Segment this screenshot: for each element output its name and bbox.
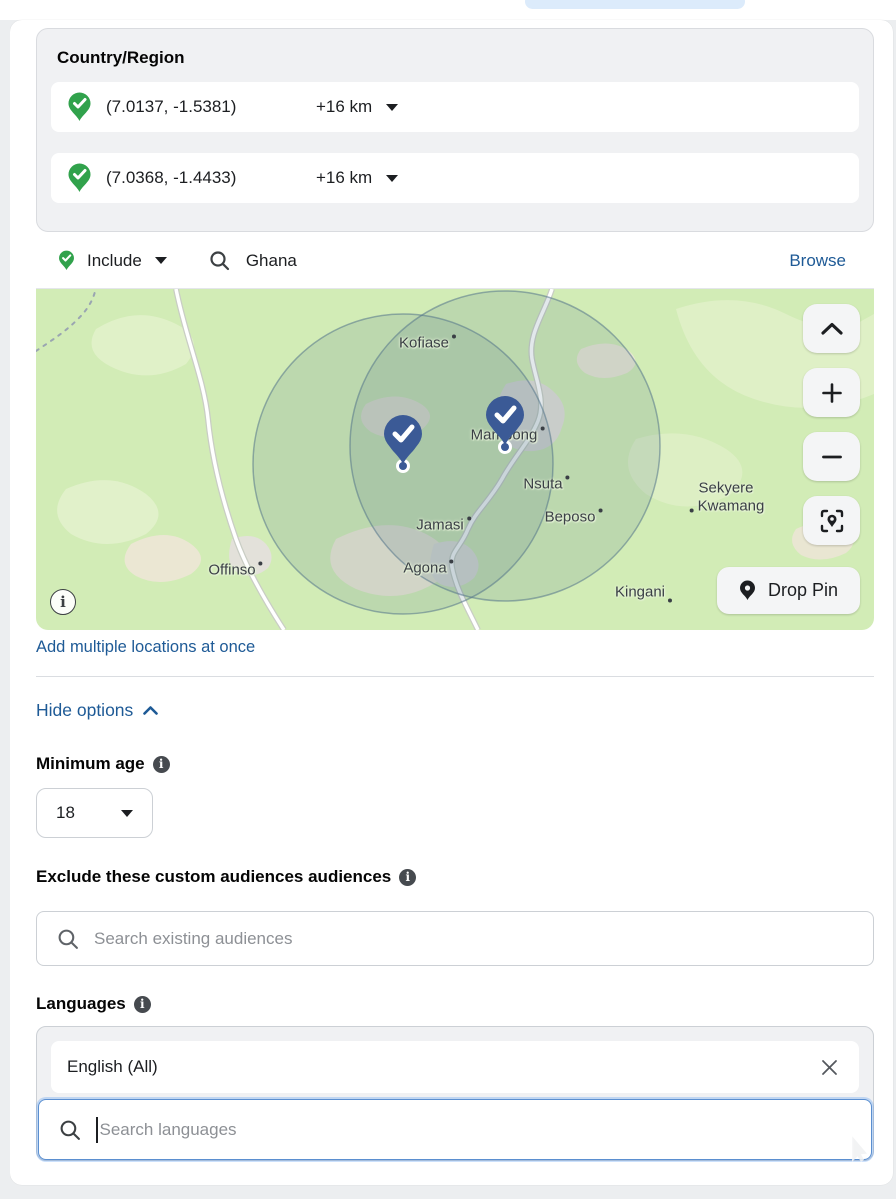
- top-band: [0, 0, 896, 20]
- include-search-row: Include Browse: [36, 233, 874, 289]
- language-search-input[interactable]: [100, 1120, 852, 1140]
- pin-scan-icon: [819, 508, 845, 534]
- chevron-up-icon: [821, 322, 843, 335]
- plus-icon: [822, 383, 842, 403]
- map-place-label: Kwamang: [698, 498, 765, 515]
- map-place-label: Jamasi: [416, 517, 464, 534]
- divider: [36, 676, 874, 677]
- radius-dropdown[interactable]: +16 km: [316, 97, 398, 117]
- remove-language-button[interactable]: [816, 1054, 843, 1081]
- info-icon: i: [134, 996, 151, 1013]
- language-search: [38, 1099, 872, 1160]
- exclude-audiences-label: Exclude these custom audiences audiences…: [36, 867, 416, 887]
- map-place-label: Agona: [403, 560, 446, 577]
- exclude-audiences-search: [36, 911, 874, 966]
- chevron-up-icon: [143, 706, 158, 715]
- collapse-map-button[interactable]: [803, 304, 860, 353]
- chevron-down-icon[interactable]: [155, 257, 167, 264]
- hide-options-link[interactable]: Hide options: [36, 700, 158, 721]
- map-controls: [803, 304, 860, 545]
- location-row[interactable]: (7.0137, -1.5381) +16 km: [51, 82, 859, 132]
- languages-label: Languages i: [36, 994, 151, 1014]
- map-place-label: Sekyere: [698, 480, 753, 497]
- pin-icon: [739, 580, 756, 601]
- radius-dropdown[interactable]: +16 km: [316, 168, 398, 188]
- drop-pin-label: Drop Pin: [768, 580, 838, 601]
- zoom-in-button[interactable]: [803, 368, 860, 417]
- map-place-label: Kingani: [615, 584, 665, 601]
- audience-search-input[interactable]: [94, 929, 853, 949]
- language-chip-label: English (All): [67, 1057, 158, 1077]
- minimum-age-dropdown[interactable]: 18: [36, 788, 153, 838]
- partial-pill-button[interactable]: [525, 0, 745, 9]
- map-place-label: Mampong: [471, 427, 538, 444]
- location-coordinates: (7.0137, -1.5381): [106, 97, 316, 117]
- country-region-panel: Country/Region (7.0137, -1.5381) +16 km …: [36, 28, 874, 232]
- map-place-label: Nsuta: [523, 476, 562, 493]
- minus-icon: [822, 454, 842, 460]
- map-place-label: Kofiase: [399, 335, 449, 352]
- browse-link[interactable]: Browse: [789, 251, 846, 271]
- language-chip: English (All): [51, 1041, 859, 1093]
- green-location-pin-icon: [58, 250, 75, 271]
- chevron-down-icon: [386, 175, 398, 182]
- add-multiple-locations-link[interactable]: Add multiple locations at once: [36, 638, 255, 657]
- green-location-pin-icon: [67, 92, 92, 122]
- search-icon: [59, 1119, 81, 1141]
- include-dropdown[interactable]: Include: [87, 251, 142, 271]
- location-search-input[interactable]: [246, 251, 789, 271]
- search-icon: [57, 928, 79, 950]
- text-cursor: [96, 1117, 98, 1143]
- location-coordinates: (7.0368, -1.4433): [106, 168, 316, 188]
- map-place-label: Offinso: [208, 562, 255, 579]
- zoom-out-button[interactable]: [803, 432, 860, 481]
- green-location-pin-icon: [67, 163, 92, 193]
- info-icon: i: [60, 593, 66, 611]
- map[interactable]: Kofiase Mampong Nsuta Beposo Jamasi Agon…: [36, 289, 874, 630]
- info-icon: i: [399, 869, 416, 886]
- page-gutter: [0, 20, 10, 1185]
- search-icon: [209, 250, 230, 271]
- recenter-button[interactable]: [803, 496, 860, 545]
- map-info-button[interactable]: i: [50, 589, 76, 615]
- close-icon: [820, 1058, 839, 1077]
- location-row[interactable]: (7.0368, -1.4433) +16 km: [51, 153, 859, 203]
- map-place-label: Beposo: [545, 509, 596, 526]
- chevron-down-icon: [386, 104, 398, 111]
- targeting-card: Country/Region (7.0137, -1.5381) +16 km …: [10, 20, 893, 1185]
- info-icon: i: [153, 756, 170, 773]
- country-region-title: Country/Region: [57, 48, 859, 68]
- drop-pin-button[interactable]: Drop Pin: [717, 567, 860, 614]
- minimum-age-label: Minimum age i: [36, 754, 170, 774]
- languages-box: English (All): [36, 1026, 874, 1161]
- chevron-down-icon: [121, 810, 133, 817]
